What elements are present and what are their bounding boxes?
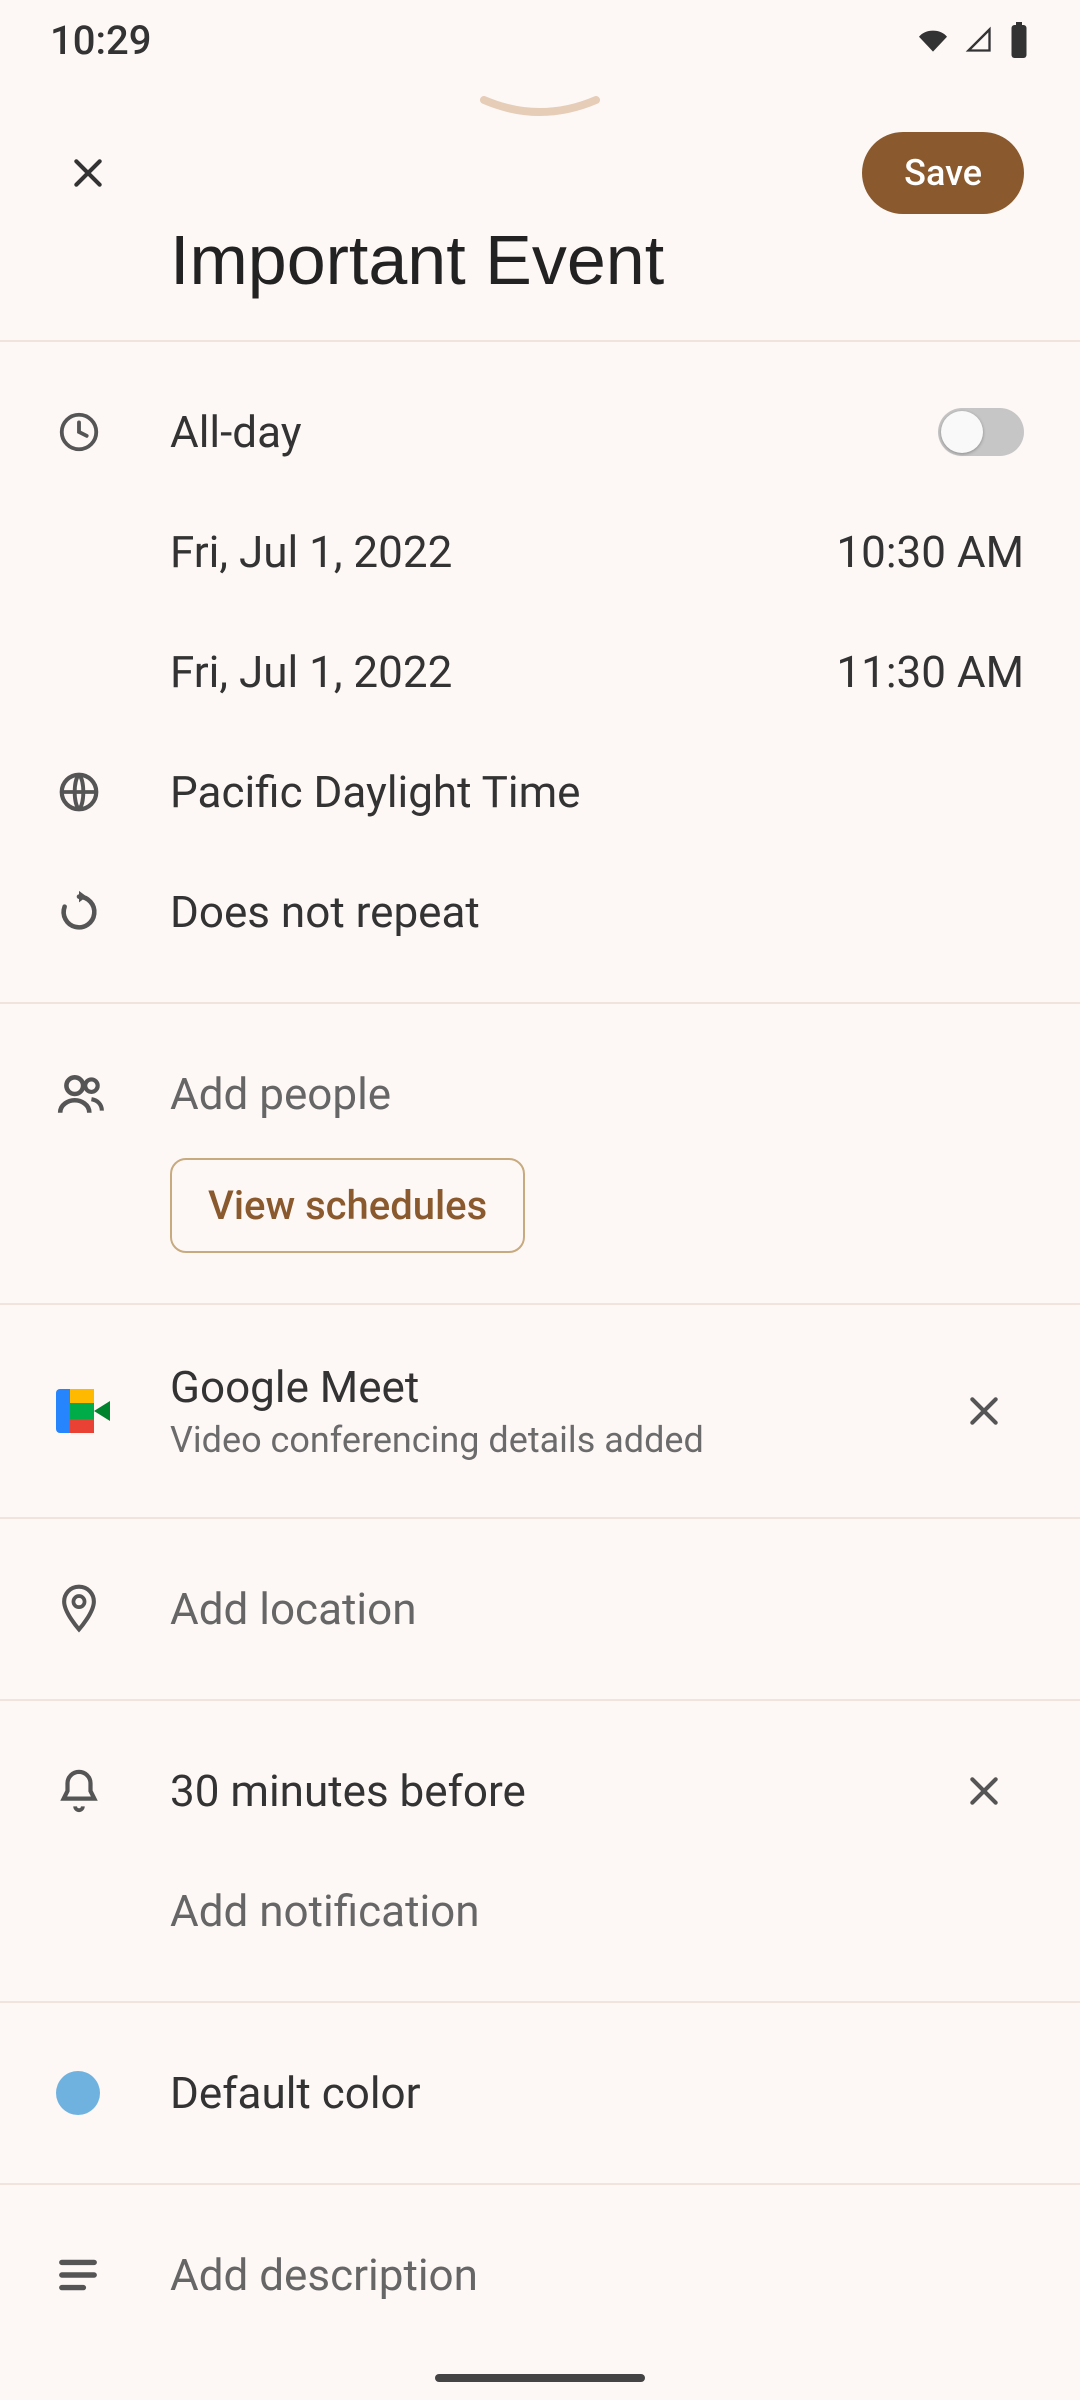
remove-conference-button[interactable] bbox=[944, 1391, 1024, 1431]
people-section: Add people View schedules bbox=[0, 1002, 1080, 1303]
color-section: Default color bbox=[0, 2001, 1080, 2183]
notification-row[interactable]: 30 minutes before bbox=[0, 1731, 1080, 1851]
conference-row[interactable]: Google Meet Video conferencing details a… bbox=[0, 1335, 1080, 1487]
status-time: 10:29 bbox=[50, 17, 151, 64]
google-meet-icon bbox=[56, 1389, 170, 1433]
repeat-row[interactable]: Does not repeat bbox=[0, 852, 1080, 972]
description-section: Add description bbox=[0, 2183, 1080, 2365]
nav-handle[interactable] bbox=[435, 2374, 645, 2382]
color-dot bbox=[56, 2071, 100, 2115]
bell-icon bbox=[56, 1766, 170, 1816]
timezone-row[interactable]: Pacific Daylight Time bbox=[0, 732, 1080, 852]
start-date[interactable]: Fri, Jul 1, 2022 bbox=[170, 526, 836, 578]
people-icon bbox=[56, 1069, 170, 1119]
conference-subtext: Video conferencing details added bbox=[170, 1419, 944, 1461]
timezone-label: Pacific Daylight Time bbox=[170, 766, 1024, 818]
color-dot-icon bbox=[56, 2071, 170, 2115]
end-row: Fri, Jul 1, 2022 11:30 AM bbox=[0, 612, 1080, 732]
end-date[interactable]: Fri, Jul 1, 2022 bbox=[170, 646, 836, 698]
conference-provider-label: Google Meet bbox=[170, 1361, 944, 1413]
location-placeholder: Add location bbox=[170, 1583, 1024, 1635]
status-icons bbox=[916, 22, 1030, 58]
repeat-icon bbox=[56, 889, 170, 935]
description-placeholder: Add description bbox=[170, 2249, 1024, 2301]
all-day-toggle[interactable] bbox=[938, 408, 1024, 456]
add-notification-row[interactable]: Add notification bbox=[0, 1851, 1080, 1971]
drag-handle[interactable] bbox=[0, 80, 1080, 120]
location-icon bbox=[56, 1583, 170, 1635]
add-notification-label: Add notification bbox=[170, 1885, 1024, 1937]
notification-section: 30 minutes before Add notification bbox=[0, 1699, 1080, 2001]
notification-label: 30 minutes before bbox=[170, 1765, 944, 1817]
end-time[interactable]: 11:30 AM bbox=[836, 646, 1024, 698]
view-schedules-button[interactable]: View schedules bbox=[170, 1158, 525, 1253]
cell-signal-icon bbox=[962, 26, 996, 54]
start-row: Fri, Jul 1, 2022 10:30 AM bbox=[0, 492, 1080, 612]
add-people-row[interactable]: Add people bbox=[0, 1034, 1080, 1154]
color-row[interactable]: Default color bbox=[0, 2033, 1080, 2153]
conference-label: Google Meet Video conferencing details a… bbox=[170, 1361, 944, 1461]
location-section: Add location bbox=[0, 1517, 1080, 1699]
start-time[interactable]: 10:30 AM bbox=[836, 526, 1024, 578]
battery-icon bbox=[1008, 22, 1030, 58]
location-row[interactable]: Add location bbox=[0, 1549, 1080, 1669]
notes-icon bbox=[56, 2257, 170, 2293]
wifi-icon bbox=[916, 26, 950, 54]
title-row bbox=[0, 220, 1080, 340]
conference-section: Google Meet Video conferencing details a… bbox=[0, 1303, 1080, 1517]
status-bar: 10:29 bbox=[0, 0, 1080, 80]
all-day-row[interactable]: All-day bbox=[0, 372, 1080, 492]
all-day-label: All-day bbox=[170, 406, 938, 458]
color-label: Default color bbox=[170, 2067, 1024, 2119]
top-bar: Save bbox=[0, 120, 1080, 220]
clock-icon bbox=[56, 409, 170, 455]
close-button[interactable] bbox=[56, 141, 120, 205]
globe-icon bbox=[56, 769, 170, 815]
add-people-label: Add people bbox=[170, 1068, 1024, 1120]
description-row[interactable]: Add description bbox=[0, 2215, 1080, 2335]
time-section: All-day Fri, Jul 1, 2022 10:30 AM Fri, J… bbox=[0, 340, 1080, 1002]
repeat-label: Does not repeat bbox=[170, 886, 1024, 938]
remove-notification-button[interactable] bbox=[944, 1771, 1024, 1811]
event-title-input[interactable] bbox=[170, 220, 1024, 300]
save-button[interactable]: Save bbox=[862, 132, 1024, 214]
